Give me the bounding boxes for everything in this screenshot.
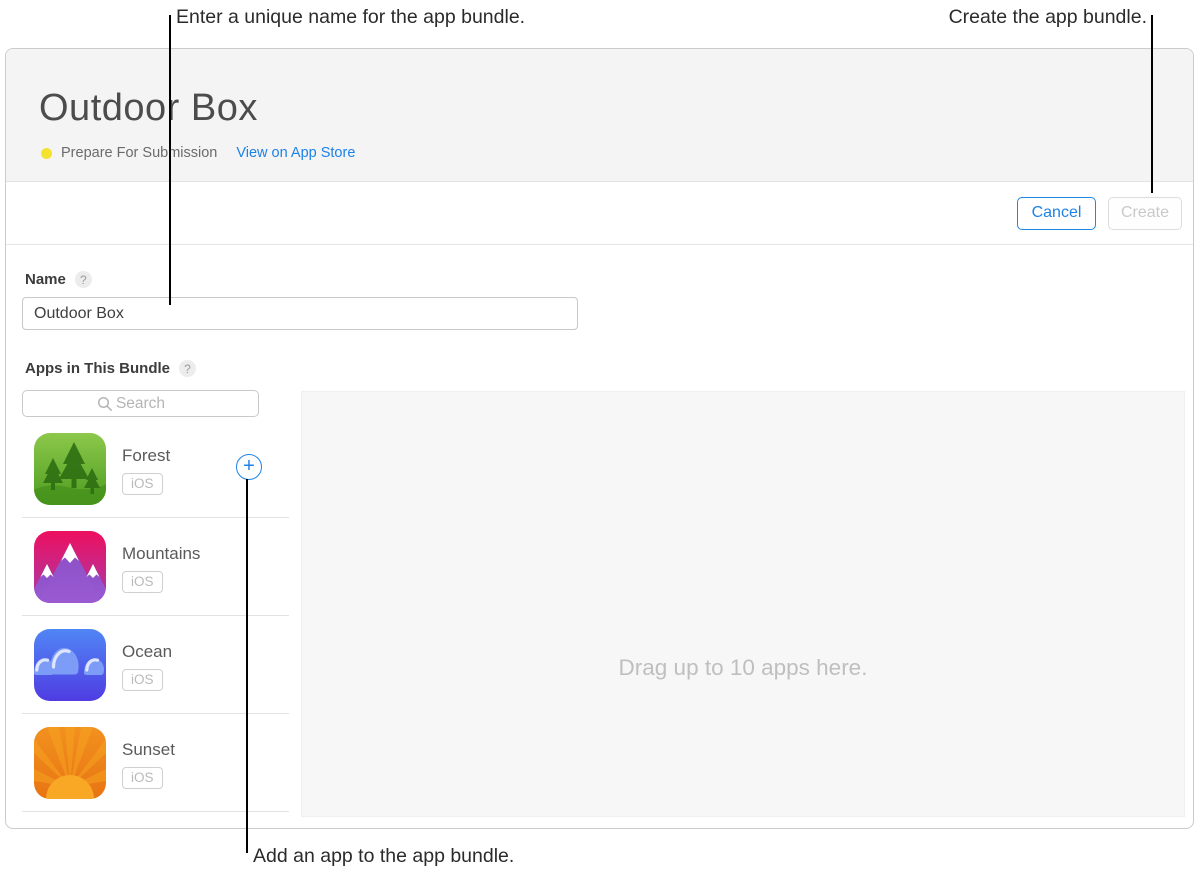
add-callout-line: [246, 479, 248, 853]
create-callout-text: Create the app bundle.: [949, 6, 1147, 29]
apps-help-icon[interactable]: ?: [179, 360, 196, 377]
name-label: Name: [25, 271, 66, 288]
status-dot-icon: [41, 148, 52, 159]
mountains-app-icon: [34, 531, 106, 603]
name-help-icon[interactable]: ?: [75, 271, 92, 288]
app-row-sunset[interactable]: Sunset iOS: [22, 714, 289, 812]
toolbar: Cancel Create: [6, 182, 1193, 245]
panel-header: Outdoor Box Prepare For Submission View …: [6, 49, 1193, 182]
sunset-app-icon: [34, 727, 106, 799]
view-on-app-store-link[interactable]: View on App Store: [236, 145, 355, 161]
status-row: Prepare For Submission View on App Store: [41, 144, 355, 162]
ocean-app-icon: [34, 629, 106, 701]
name-callout-line: [169, 15, 171, 305]
app-name: Ocean: [122, 642, 172, 662]
page-title: Outdoor Box: [39, 87, 258, 130]
create-callout-line: [1151, 15, 1153, 193]
create-button[interactable]: Create: [1108, 197, 1182, 230]
search-field: [22, 390, 259, 417]
app-name: Forest: [122, 446, 170, 466]
add-callout-text: Add an app to the app bundle.: [253, 845, 514, 868]
app-name: Sunset: [122, 740, 175, 760]
forest-app-icon: [34, 433, 106, 505]
app-row-mountains[interactable]: Mountains iOS: [22, 518, 289, 616]
status-badge: Prepare For Submission: [61, 145, 217, 161]
app-row-ocean[interactable]: Ocean iOS: [22, 616, 289, 714]
add-app-button[interactable]: +: [236, 454, 262, 480]
platform-badge: iOS: [122, 473, 163, 495]
bundle-dropzone[interactable]: Drag up to 10 apps here.: [301, 391, 1185, 817]
name-callout-text: Enter a unique name for the app bundle.: [176, 6, 525, 29]
bundle-name-input[interactable]: [22, 297, 578, 330]
apps-in-bundle-label: Apps in This Bundle: [25, 360, 170, 377]
app-name: Mountains: [122, 544, 200, 564]
bundle-editor-panel: Outdoor Box Prepare For Submission View …: [5, 48, 1194, 829]
cancel-button[interactable]: Cancel: [1017, 197, 1096, 230]
platform-badge: iOS: [122, 571, 163, 593]
dropzone-label: Drag up to 10 apps here.: [302, 655, 1184, 681]
platform-badge: iOS: [122, 767, 163, 789]
platform-badge: iOS: [122, 669, 163, 691]
page: Enter a unique name for the app bundle. …: [0, 0, 1200, 876]
search-input[interactable]: [22, 390, 259, 417]
